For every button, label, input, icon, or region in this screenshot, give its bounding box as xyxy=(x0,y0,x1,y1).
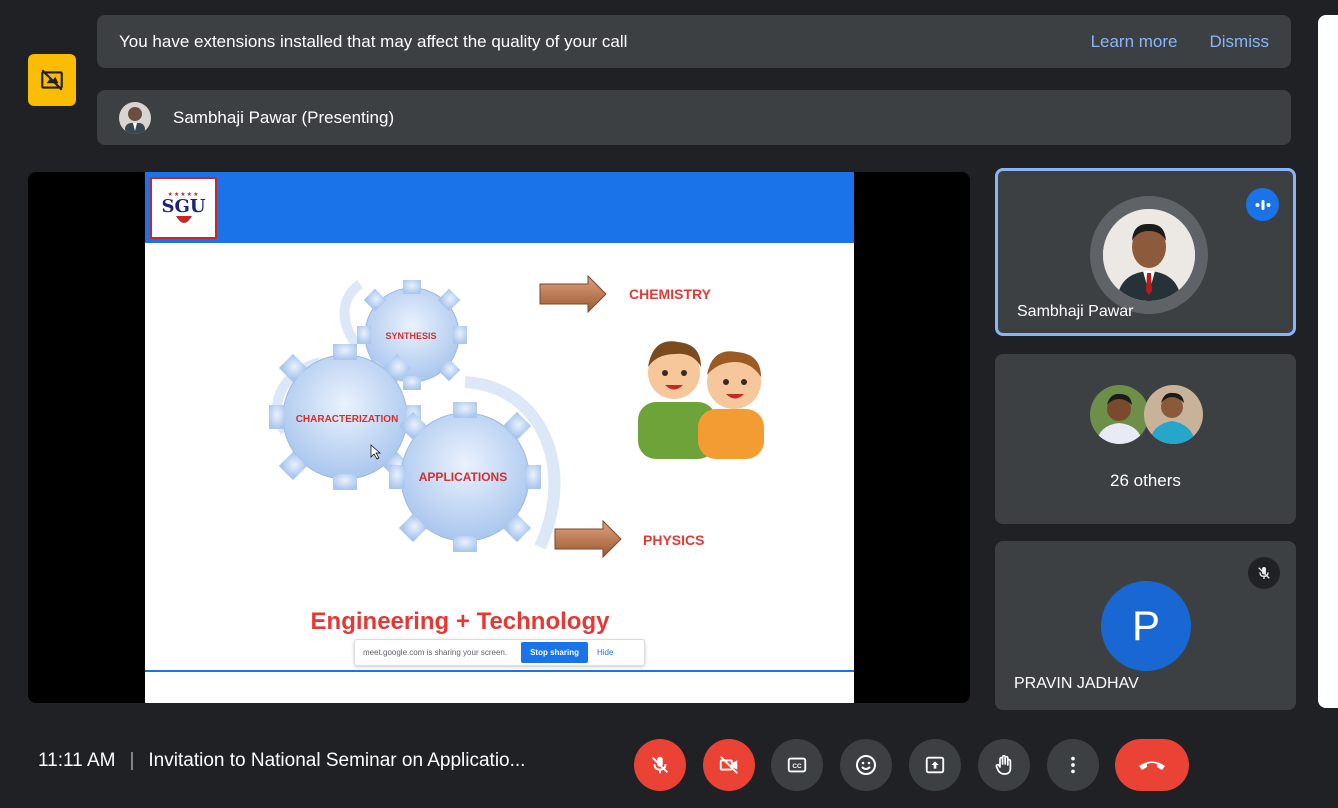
presenting-bar: Sambhaji Pawar (Presenting) xyxy=(97,90,1291,145)
more-options-button[interactable] xyxy=(1047,739,1099,791)
end-call-icon xyxy=(1139,761,1165,770)
mic-toggle-button[interactable] xyxy=(634,739,686,791)
captions-icon: CC xyxy=(787,757,807,773)
meet-window: You have extensions installed that may a… xyxy=(0,0,1338,808)
camera-off-icon xyxy=(719,756,738,774)
presenter-avatar xyxy=(119,101,151,134)
camera-toggle-button[interactable] xyxy=(703,739,755,791)
learn-more-link[interactable]: Learn more xyxy=(1091,32,1178,52)
emoji-reaction-button[interactable] xyxy=(840,739,892,791)
participant-tile-sambhaji[interactable]: Sambhaji Pawar xyxy=(995,168,1296,336)
slide-footer-title: Engineering + Technology xyxy=(311,608,611,635)
physics-label: PHYSICS xyxy=(643,532,704,548)
side-panel-edge[interactable] xyxy=(1318,15,1338,708)
stop-sharing-button[interactable]: Stop sharing xyxy=(521,642,588,663)
more-icon xyxy=(1071,756,1075,774)
slide-diagram: SYNTHESIS CHARACTERIZATION APPLICATIONS … xyxy=(269,274,764,635)
present-now-button[interactable] xyxy=(909,739,961,791)
participant-initial-avatar: P xyxy=(1101,581,1191,671)
captions-button[interactable]: CC xyxy=(771,739,823,791)
applications-label: APPLICATIONS xyxy=(419,470,507,484)
presenting-label: Sambhaji Pawar (Presenting) xyxy=(173,107,395,127)
meeting-info: 11:11 AM | Invitation to National Semina… xyxy=(38,750,525,772)
mic-off-icon xyxy=(652,756,668,774)
hide-button[interactable]: Hide xyxy=(597,648,613,657)
sharing-notice-bar: meet.google.com is sharing your screen. … xyxy=(354,639,645,666)
emoji-icon xyxy=(856,755,876,775)
participant-name: Sambhaji Pawar xyxy=(1017,303,1134,320)
svg-text:CC: CC xyxy=(792,763,802,770)
students-illustration xyxy=(638,341,764,459)
leave-call-button[interactable] xyxy=(1115,739,1189,791)
physics-arrow xyxy=(554,519,622,559)
sharing-notice-text: meet.google.com is sharing your screen. xyxy=(363,648,508,657)
participant-avatar xyxy=(1090,196,1208,314)
screen-share-stage: ★★★★★ SGU SYNTHESIS CHARACTERIZATION APP… xyxy=(28,172,970,703)
characterization-label: CHARACTERIZATION xyxy=(296,414,399,425)
raise-hand-button[interactable] xyxy=(978,739,1030,791)
participant-tile-pravin[interactable]: P PRAVIN JADHAV xyxy=(995,541,1296,710)
slide-divider xyxy=(145,670,854,672)
extensions-banner: You have extensions installed that may a… xyxy=(97,15,1291,68)
other-participant-avatar xyxy=(1144,385,1203,444)
participant-name: PRAVIN JADHAV xyxy=(1014,675,1139,692)
meeting-time: 11:11 AM xyxy=(38,750,116,771)
participant-tile-others[interactable]: 26 others xyxy=(995,354,1296,524)
mic-muted-icon xyxy=(1248,557,1280,589)
raise-hand-icon xyxy=(995,754,1012,775)
banner-text: You have extensions installed that may a… xyxy=(119,31,628,51)
info-separator: | xyxy=(129,750,135,771)
dismiss-button[interactable]: Dismiss xyxy=(1210,32,1270,52)
synthesis-label: SYNTHESIS xyxy=(385,331,436,341)
presentation-slide: ★★★★★ SGU SYNTHESIS CHARACTERIZATION APP… xyxy=(145,172,854,703)
other-participant-avatar xyxy=(1090,385,1149,444)
chemistry-arrow xyxy=(539,274,607,314)
extension-warning-icon[interactable] xyxy=(28,54,76,106)
meeting-title[interactable]: Invitation to National Seminar on Applic… xyxy=(148,750,525,772)
others-count: 26 others xyxy=(1110,471,1181,490)
present-icon xyxy=(925,756,945,774)
speaking-indicator-icon xyxy=(1246,188,1279,221)
chemistry-label: CHEMISTRY xyxy=(629,286,712,302)
